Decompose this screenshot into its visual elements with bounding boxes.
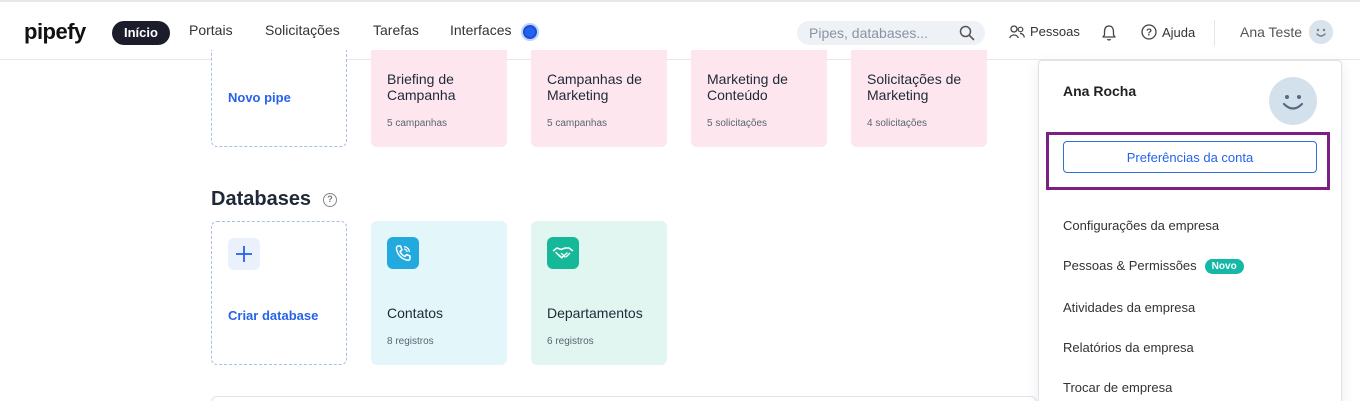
new-pipe-link[interactable]: Novo pipe	[228, 90, 291, 105]
database-card-count: 8 registros	[387, 336, 434, 347]
nav-item-tarefas[interactable]: Tarefas	[373, 22, 419, 38]
menu-item-company-activities[interactable]: Atividades da empresa	[1063, 300, 1195, 315]
new-pipe-card[interactable]: Novo pipe	[211, 50, 347, 147]
databases-heading: Databases	[211, 188, 312, 210]
people-icon	[1009, 24, 1025, 38]
pipe-card-count: 4 solicitações	[867, 118, 928, 129]
menu-item-company-reports[interactable]: Relatórios da empresa	[1063, 340, 1194, 355]
pipe-card-title: Solicitações de Marketing	[867, 71, 962, 103]
pipe-card[interactable]: Solicitações de Marketing 4 solicitações	[851, 50, 987, 147]
nav-item-portais[interactable]: Portais	[189, 22, 233, 38]
svg-text:?: ?	[1146, 28, 1152, 39]
new-badge: Novo	[1204, 259, 1244, 274]
phone-icon	[387, 237, 419, 269]
pipe-card[interactable]: Campanhas de Marketing 5 campanhas	[531, 50, 667, 147]
menu-user-name: Ana Rocha	[1063, 83, 1137, 99]
databases-help-icon[interactable]: ?	[323, 193, 337, 207]
next-section-panel	[211, 396, 1037, 401]
pipefy-logo[interactable]: pipefy	[24, 19, 86, 45]
pipe-card-count: 5 campanhas	[387, 118, 448, 129]
menu-item-switch-company[interactable]: Trocar de empresa	[1063, 380, 1172, 395]
database-card[interactable]: Departamentos 6 registros	[531, 221, 667, 365]
create-database-link[interactable]: Criar database	[228, 308, 318, 323]
database-card[interactable]: Contatos 8 registros	[371, 221, 507, 365]
bell-icon[interactable]	[1101, 24, 1117, 42]
menu-item-label: Pessoas & Permissões	[1063, 258, 1197, 273]
nav-item-interfaces[interactable]: Interfaces	[450, 22, 511, 38]
menu-user-avatar	[1269, 77, 1317, 125]
plus-icon	[228, 238, 260, 270]
menu-item-people-permissions[interactable]: Pessoas & Permissões Novo	[1063, 258, 1244, 274]
nav-item-solicitacoes[interactable]: Solicitações	[265, 22, 340, 38]
user-dropdown-menu: Ana Rocha Preferências da conta Configur…	[1038, 60, 1342, 401]
pipe-card-title: Marketing de Conteúdo	[707, 71, 788, 103]
database-card-count: 6 registros	[547, 336, 594, 347]
search-icon[interactable]	[959, 25, 975, 41]
header-divider	[1214, 20, 1215, 46]
database-card-title: Departamentos	[547, 305, 643, 321]
database-card-title: Contatos	[387, 305, 444, 321]
pipe-card-title: Briefing de Campanha	[387, 71, 456, 103]
current-user-name[interactable]: Ana Teste	[1240, 24, 1302, 40]
pipe-card-count: 5 solicitações	[707, 118, 768, 129]
handshake-icon	[547, 237, 579, 269]
search-input[interactable]	[809, 24, 949, 42]
people-button[interactable]: Pessoas	[1009, 24, 1080, 39]
create-database-card[interactable]: Criar database	[211, 221, 347, 365]
people-label: Pessoas	[1030, 24, 1080, 39]
help-label: Ajuda	[1162, 24, 1196, 40]
help-icon: ?	[1141, 24, 1157, 40]
smiley-avatar-icon	[1282, 95, 1304, 110]
interfaces-indicator-icon	[521, 23, 539, 41]
search-box[interactable]	[797, 21, 985, 45]
pipe-card-count: 5 campanhas	[547, 118, 608, 129]
user-avatar[interactable]	[1309, 20, 1333, 44]
menu-item-company-settings[interactable]: Configurações da empresa	[1063, 218, 1219, 233]
help-button[interactable]: ? Ajuda	[1141, 24, 1195, 40]
nav-item-inicio[interactable]: Início	[112, 21, 170, 45]
account-preferences-button[interactable]: Preferências da conta	[1063, 141, 1317, 173]
top-navigation-bar: pipefy Início Portais Solicitações Taref…	[0, 0, 1360, 60]
smiley-avatar-icon	[1316, 28, 1326, 37]
pipe-card-title: Campanhas de Marketing	[547, 71, 642, 103]
pipe-card[interactable]: Briefing de Campanha 5 campanhas	[371, 50, 507, 147]
pipe-card[interactable]: Marketing de Conteúdo 5 solicitações	[691, 50, 827, 147]
